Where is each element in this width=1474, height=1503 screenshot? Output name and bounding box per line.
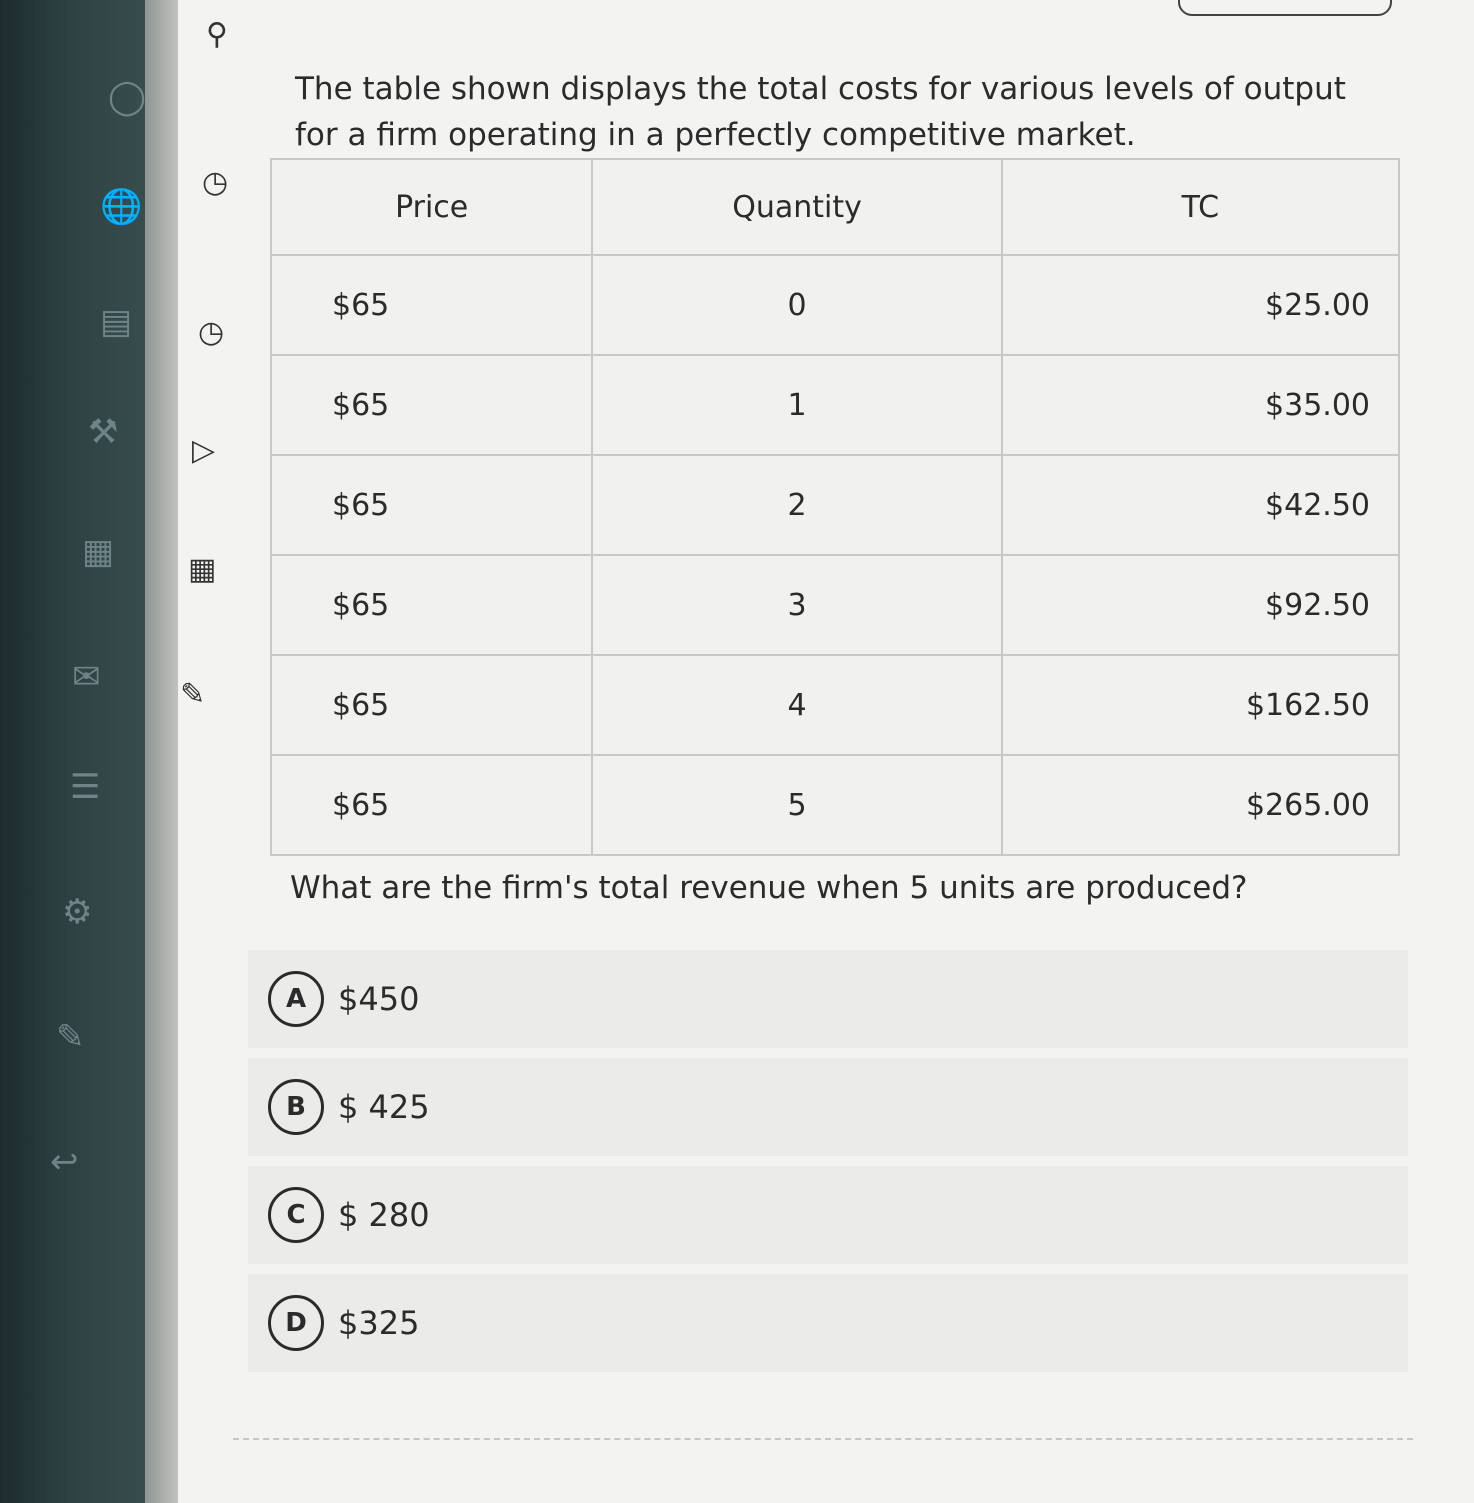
price-cell: $65 <box>269 354 594 456</box>
question-text: The table shown displays the total costs… <box>295 71 1346 153</box>
table-row: $65 2 $42.50 <box>269 454 1401 556</box>
quantity-cell: 4 <box>591 654 1003 756</box>
header-quantity: Quantity <box>591 158 1003 256</box>
tools-icon[interactable]: ⚒ <box>88 415 118 449</box>
table-row: $65 5 $265.00 <box>269 754 1401 856</box>
left-toolbar: ◯ 🌐 ▤ ⚒ ▦ ✉ ☰ ⚙ ✎ ↩ <box>0 0 160 1503</box>
price-cell: $65 <box>269 654 594 756</box>
option-value: $325 <box>338 1304 420 1342</box>
tc-cell: $162.50 <box>1000 654 1401 756</box>
grid-icon[interactable]: ▦ <box>188 555 216 585</box>
tc-cell: $35.00 <box>1000 354 1401 456</box>
divider <box>233 1438 1413 1440</box>
info-icon[interactable]: ◷ <box>202 168 228 198</box>
option-letter: C <box>268 1187 324 1243</box>
option-letter: D <box>268 1295 324 1351</box>
quantity-cell: 1 <box>591 354 1003 456</box>
tc-cell: $92.50 <box>1000 554 1401 656</box>
document-icon[interactable]: ▤ <box>100 305 132 339</box>
top-button[interactable] <box>1178 0 1392 16</box>
question-panel: ⚲ ◷ ◷ ▷ ▦ ✎ The table shown displays the… <box>178 0 1474 1503</box>
header-tc: TC <box>1000 158 1401 256</box>
person-icon[interactable]: ⚲ <box>206 20 228 50</box>
calculator-icon[interactable]: ▦ <box>82 535 114 569</box>
globe-icon[interactable]: 🌐 <box>100 190 142 224</box>
user-icon[interactable]: ◯ <box>108 80 146 114</box>
pencil-icon[interactable]: ✎ <box>180 680 205 710</box>
notes-icon[interactable]: ☰ <box>70 770 100 804</box>
option-letter: A <box>268 971 324 1027</box>
question-prompt: What are the firm's total revenue when 5… <box>290 870 1248 906</box>
header-price: Price <box>269 158 594 256</box>
back-icon[interactable]: ↩ <box>50 1145 79 1179</box>
price-cell: $65 <box>269 554 594 656</box>
table-row: $65 3 $92.50 <box>269 554 1401 656</box>
mail-icon[interactable]: ✉ <box>72 660 101 694</box>
quantity-cell: 2 <box>591 454 1003 556</box>
option-a[interactable]: A $450 <box>248 950 1408 1048</box>
table-row: $65 4 $162.50 <box>269 654 1401 756</box>
option-d[interactable]: D $325 <box>248 1274 1408 1372</box>
tc-cell: $265.00 <box>1000 754 1401 856</box>
cost-table: Price Quantity TC $65 0 $25.00 $65 1 $35… <box>269 158 1401 856</box>
quantity-cell: 0 <box>591 254 1003 356</box>
quantity-cell: 3 <box>591 554 1003 656</box>
table-header-row: Price Quantity TC <box>269 158 1401 256</box>
option-c[interactable]: C $ 280 <box>248 1166 1408 1264</box>
price-cell: $65 <box>269 454 594 556</box>
settings-icon[interactable]: ⚙ <box>62 895 92 929</box>
tc-cell: $42.50 <box>1000 454 1401 556</box>
edit-icon[interactable]: ✎ <box>56 1020 85 1054</box>
table-row: $65 0 $25.00 <box>269 254 1401 356</box>
expand-icon[interactable]: ▷ <box>192 436 215 466</box>
answer-options: A $450 B $ 425 C $ 280 D $325 <box>248 950 1408 1382</box>
table-row: $65 1 $35.00 <box>269 354 1401 456</box>
check-icon[interactable]: ◷ <box>198 318 224 348</box>
option-value: $ 425 <box>338 1088 430 1126</box>
option-value: $ 280 <box>338 1196 430 1234</box>
price-cell: $65 <box>269 254 594 356</box>
price-cell: $65 <box>269 754 594 856</box>
quantity-cell: 5 <box>591 754 1003 856</box>
option-b[interactable]: B $ 425 <box>248 1058 1408 1156</box>
tc-cell: $25.00 <box>1000 254 1401 356</box>
option-letter: B <box>268 1079 324 1135</box>
option-value: $450 <box>338 980 420 1018</box>
